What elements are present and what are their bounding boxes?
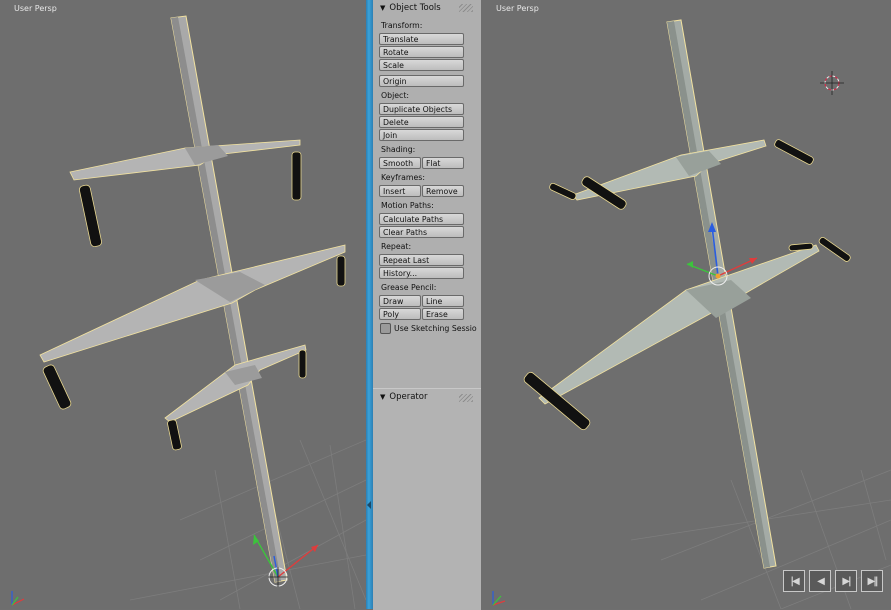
panel-drag-grip-icon[interactable] — [459, 4, 473, 12]
keyframes-label: Keyframes: — [381, 173, 425, 182]
object-tools-panel-header[interactable]: ▼ Object Tools — [373, 0, 481, 17]
step-forward-icon[interactable]: ▶| — [835, 570, 857, 592]
insert-keyframe-button[interactable]: Insert — [379, 185, 421, 197]
draw-button[interactable]: Draw — [379, 295, 421, 307]
3d-cursor-icon — [820, 71, 844, 95]
viewport-title: User Persp — [496, 4, 539, 13]
panel-drag-grip-icon[interactable] — [459, 394, 473, 402]
playback-controls: |◀ ◀ ▶| ▶|| — [783, 570, 883, 592]
line-button[interactable]: Line — [422, 295, 464, 307]
sketching-label: Use Sketching Sessio — [394, 323, 477, 333]
origin-button[interactable]: Origin — [379, 75, 464, 87]
jump-end-icon[interactable]: ▶|| — [861, 570, 883, 592]
grease-pencil-label: Grease Pencil: — [381, 283, 437, 292]
collapse-triangle-icon[interactable]: ▼ — [380, 389, 385, 406]
delete-button[interactable]: Delete — [379, 116, 464, 128]
top-crossarm — [69, 139, 301, 181]
lower-crossarm — [538, 244, 820, 405]
viewport-title: User Persp — [14, 4, 57, 13]
rotate-button[interactable]: Rotate — [379, 46, 464, 58]
use-sketching-session-toggle[interactable]: Use Sketching Sessio — [380, 322, 481, 334]
divider-grip-icon[interactable] — [366, 498, 373, 512]
right-viewport-scene — [523, 19, 891, 609]
shading-label: Shading: — [381, 145, 416, 154]
left-3d-viewport[interactable]: User Persp — [0, 0, 366, 609]
motion-paths-label: Motion Paths: — [381, 201, 434, 210]
panel-title: Operator — [389, 392, 428, 402]
axis-gizmo-icon — [11, 591, 25, 606]
tool-shelf: ▼ Object Tools Transform: Translate Rota… — [373, 0, 481, 610]
operator-panel-header[interactable]: ▼ Operator — [373, 389, 481, 406]
repeat-last-button[interactable]: Repeat Last — [379, 254, 464, 266]
remove-keyframe-button[interactable]: Remove — [422, 185, 464, 197]
erase-button[interactable]: Erase — [422, 308, 464, 320]
collapse-triangle-icon[interactable]: ▼ — [380, 0, 385, 17]
transform-label: Transform: — [381, 21, 423, 30]
clear-paths-button[interactable]: Clear Paths — [379, 226, 464, 238]
scale-button[interactable]: Scale — [379, 59, 464, 71]
middle-crossarm — [39, 244, 346, 363]
repeat-label: Repeat: — [381, 242, 412, 251]
history-button[interactable]: History... — [379, 267, 464, 279]
duplicate-objects-button[interactable]: Duplicate Objects — [379, 103, 464, 115]
floor-grid — [129, 439, 366, 609]
smooth-button[interactable]: Smooth — [379, 157, 421, 169]
step-back-icon[interactable]: ◀ — [809, 570, 831, 592]
left-viewport-scene — [39, 15, 366, 609]
axis-gizmo-icon — [492, 591, 506, 606]
object-label: Object: — [381, 91, 410, 100]
right-3d-viewport[interactable]: User Persp |◀ ◀ ▶| ▶|| — [481, 0, 891, 609]
jump-start-icon[interactable]: |◀ — [783, 570, 805, 592]
area-divider[interactable] — [366, 0, 373, 609]
translate-button[interactable]: Translate — [379, 33, 464, 45]
sketching-checkbox[interactable] — [380, 322, 391, 334]
panel-title: Object Tools — [389, 3, 441, 13]
poly-button[interactable]: Poly — [379, 308, 421, 320]
operator-panel: ▼ Operator — [373, 388, 481, 610]
flat-button[interactable]: Flat — [422, 157, 464, 169]
join-button[interactable]: Join — [379, 129, 464, 141]
calculate-paths-button[interactable]: Calculate Paths — [379, 213, 464, 225]
